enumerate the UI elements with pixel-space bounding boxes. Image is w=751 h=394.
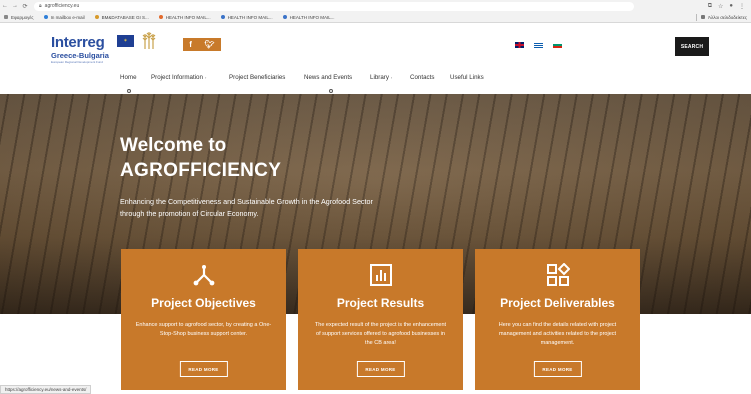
logo-tagline: European Regional Development Fund bbox=[51, 60, 103, 64]
nav-item-project-information[interactable]: Project Information › bbox=[151, 74, 206, 81]
twitter-icon[interactable]: 🐦︎ bbox=[205, 40, 215, 49]
url-text: agrofficiency.eu bbox=[44, 3, 80, 9]
nav-item-news-and-events[interactable]: News and Events bbox=[304, 74, 352, 81]
facebook-icon[interactable]: f bbox=[189, 40, 192, 49]
nav-item-project-beneficiaries[interactable]: Project Beneficiaries bbox=[229, 74, 285, 81]
bookmarks-bar: Εφαρμογές In mailbox e-mail BM&DATABASE … bbox=[0, 12, 751, 23]
menu-icon[interactable]: ⋮ bbox=[739, 3, 745, 10]
eu-flag-icon: ✶ bbox=[117, 35, 134, 47]
nav-item-contacts[interactable]: Contacts bbox=[410, 74, 434, 81]
nav-indicator-dot bbox=[329, 89, 333, 93]
main-nav: Home Project Information › Project Benefi… bbox=[0, 74, 751, 86]
forward-icon[interactable]: → bbox=[10, 3, 20, 9]
hero-subtitle: Enhancing the Competitiveness and Sustai… bbox=[120, 197, 373, 218]
english-flag-icon[interactable] bbox=[515, 42, 524, 48]
lock-icon: 🔒︎ bbox=[39, 3, 42, 9]
bookmark-health-1[interactable]: HEALTH INFO MAIL... bbox=[158, 15, 211, 20]
nav-item-home[interactable]: Home bbox=[120, 74, 137, 81]
back-icon[interactable]: ← bbox=[0, 3, 10, 9]
hero-title-line2: AGROFFICIENCY bbox=[120, 160, 282, 181]
card-description: Here you can find the details related wi… bbox=[498, 322, 617, 346]
apps-icon bbox=[4, 15, 8, 19]
bookmark-icon bbox=[220, 15, 225, 19]
bookmark-database[interactable]: BM&DATABASE GI S... bbox=[94, 15, 149, 20]
star-icon[interactable]: ☆ bbox=[718, 3, 723, 10]
reload-icon[interactable]: ⟳ bbox=[20, 3, 30, 10]
card-project-deliverables: Project Deliverables Here you can find t… bbox=[475, 249, 640, 390]
folder-icon bbox=[701, 15, 706, 19]
card-title: Project Objectives bbox=[151, 296, 256, 310]
bookmark-health-3[interactable]: HEALTH INFO MAIL... bbox=[282, 15, 335, 20]
bookmark-health-2[interactable]: HEALTH INFO MAIL... bbox=[220, 15, 273, 20]
bookmark-icon bbox=[282, 15, 287, 19]
bookmark-apps[interactable]: Εφαρμογές bbox=[4, 15, 34, 20]
wheat-logo-icon bbox=[142, 32, 156, 49]
browser-status-bar: https://agrofficiency.eu/news-and-events… bbox=[0, 385, 92, 394]
bookmark-icon bbox=[158, 15, 163, 19]
nav-indicator-dot bbox=[127, 89, 131, 93]
hero-title-line1: Welcome to bbox=[120, 135, 227, 156]
nav-item-useful-links[interactable]: Useful Links bbox=[450, 74, 484, 81]
bookmark-icon bbox=[43, 15, 48, 19]
profile-icon[interactable]: ● bbox=[729, 3, 733, 10]
hierarchy-icon bbox=[193, 265, 214, 286]
interreg-logo[interactable]: Interreg Greece-Bulgaria European Region… bbox=[51, 35, 109, 64]
browser-toolbar: ← → ⟳ 🔒︎ agrofficiency.eu ⧉ ☆ ● ⋮ bbox=[0, 0, 751, 12]
nav-item-library[interactable]: Library › bbox=[370, 74, 392, 81]
read-more-button[interactable]: READ MORE bbox=[533, 361, 582, 377]
address-bar[interactable]: 🔒︎ agrofficiency.eu bbox=[34, 1, 634, 11]
logo-region: Greece-Bulgaria bbox=[51, 51, 109, 60]
search-button[interactable]: SEARCH bbox=[675, 37, 709, 56]
read-more-button[interactable]: READ MORE bbox=[356, 361, 405, 377]
card-description: Enhance support to agrofood sector, by c… bbox=[135, 322, 272, 337]
greek-flag-icon[interactable] bbox=[534, 42, 543, 48]
other-bookmarks[interactable]: Άλλοι σελιδοδείκτες bbox=[696, 13, 747, 21]
extension-icon[interactable]: ⧉ bbox=[708, 3, 712, 10]
card-project-objectives: Project Objectives Enhance support to ag… bbox=[121, 249, 286, 390]
card-title: Project Deliverables bbox=[500, 296, 615, 310]
bookmark-mailbox[interactable]: In mailbox e-mail bbox=[43, 15, 85, 20]
read-more-button[interactable]: READ MORE bbox=[179, 361, 228, 377]
language-switcher bbox=[515, 42, 562, 48]
chevron-down-icon: › bbox=[204, 75, 207, 80]
social-links: f 🐦︎ bbox=[183, 38, 221, 51]
grid-diamond-icon bbox=[546, 263, 570, 286]
card-title: Project Results bbox=[336, 296, 425, 310]
chevron-down-icon: › bbox=[390, 75, 393, 80]
bulgarian-flag-icon[interactable] bbox=[553, 42, 562, 48]
card-description: The expected result of the project is th… bbox=[314, 322, 447, 346]
logo-word: Interreg bbox=[51, 34, 105, 51]
card-project-results: Project Results The expected result of t… bbox=[298, 249, 463, 390]
bar-chart-icon bbox=[369, 264, 392, 286]
bookmark-icon bbox=[94, 15, 99, 19]
